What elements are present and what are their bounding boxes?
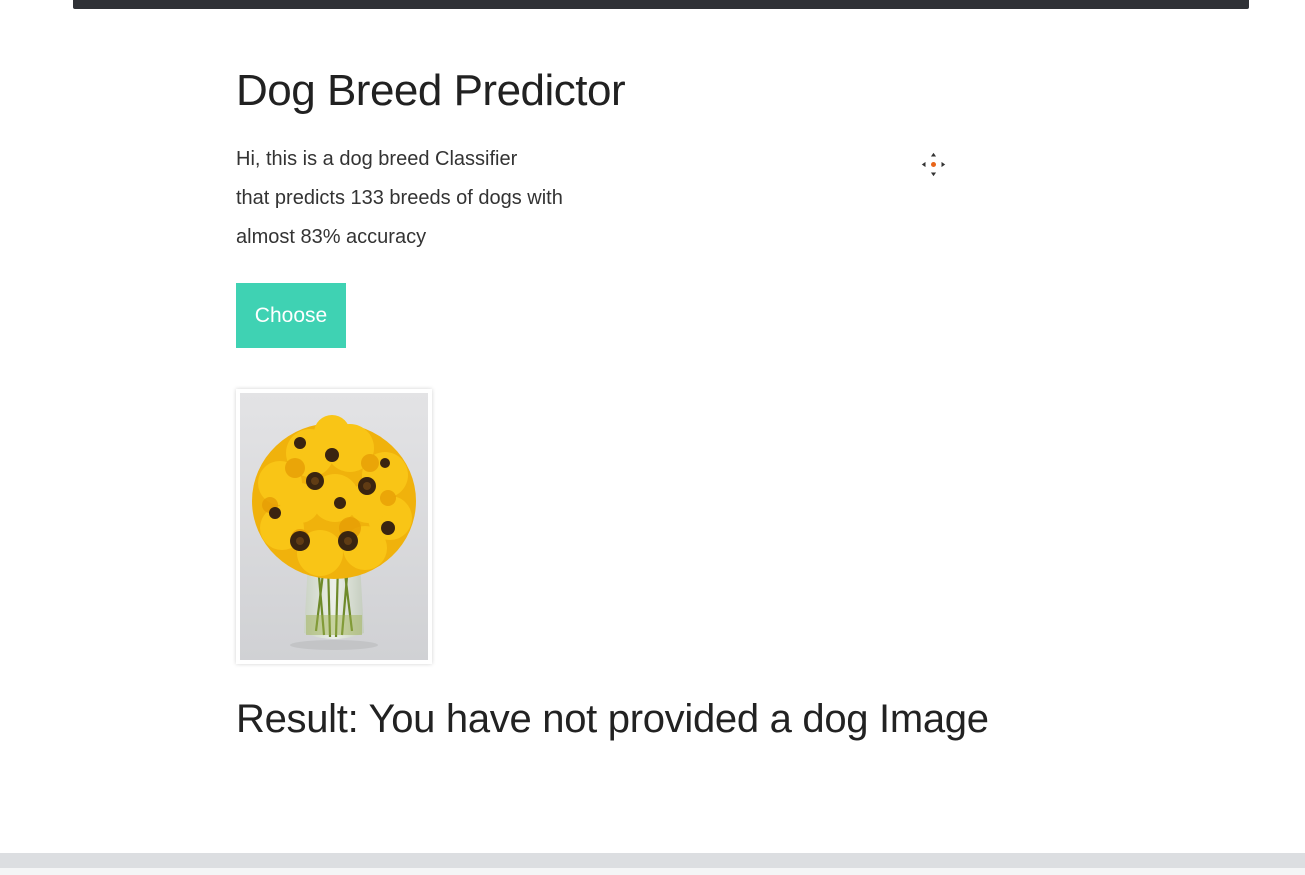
- intro-line: Hi, this is a dog breed Classifier: [236, 148, 518, 170]
- bottom-edge: [0, 868, 1305, 875]
- choose-file-button[interactable]: Choose: [236, 283, 346, 348]
- intro-line: almost 83% accuracy: [236, 226, 427, 248]
- bottom-scroll-area: [0, 853, 1305, 868]
- top-bar: [73, 0, 1249, 9]
- intro-line: that predicts 133 breeds of dogs with: [236, 187, 563, 209]
- uploaded-image-preview: [236, 389, 432, 664]
- prediction-result: Result: You have not provided a dog Imag…: [236, 697, 989, 741]
- main-content: Dog Breed Predictor Hi, this is a dog br…: [236, 60, 1136, 742]
- page-title: Dog Breed Predictor: [236, 66, 626, 115]
- move-cursor-icon: [920, 151, 947, 178]
- intro-text: Hi, this is a dog breed Classifier that …: [236, 140, 1136, 257]
- sunflower-bouquet-image: [240, 393, 428, 660]
